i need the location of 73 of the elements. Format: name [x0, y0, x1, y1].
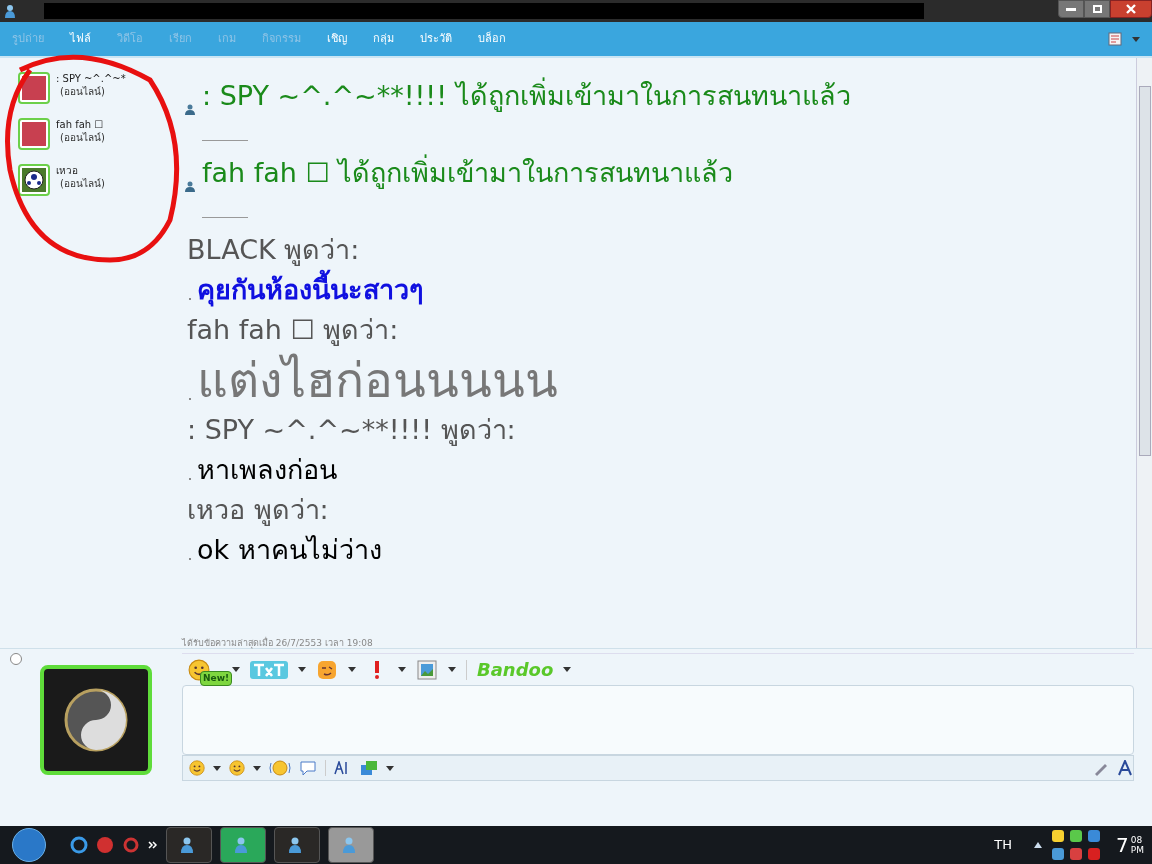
app-icon[interactable]: [96, 836, 114, 854]
start-button[interactable]: [12, 828, 46, 862]
tray-icon[interactable]: [1068, 828, 1085, 844]
message-text: ok หาคนไม่ว่าง: [197, 533, 382, 567]
layout-icon[interactable]: [1108, 31, 1124, 47]
speech-bubble-icon[interactable]: [299, 760, 317, 776]
menu-item[interactable]: เชิญ: [327, 30, 347, 48]
font-icon[interactable]: [1117, 760, 1133, 776]
bandoo-logo[interactable]: Bandoo: [477, 656, 554, 683]
caret-icon[interactable]: [386, 765, 394, 771]
caret-icon[interactable]: [253, 765, 261, 771]
tray-icon[interactable]: [1050, 828, 1067, 844]
menu-item[interactable]: ไฟล์: [70, 30, 91, 48]
menu-item[interactable]: กลุ่ม: [373, 30, 394, 48]
minimize-button[interactable]: [1058, 0, 1084, 18]
caret-icon[interactable]: [213, 765, 221, 771]
caret-icon[interactable]: [348, 667, 356, 672]
soccer-ball-icon: [22, 168, 46, 192]
scrollbar-thumb[interactable]: [1138, 86, 1151, 456]
caret-icon[interactable]: [448, 667, 456, 672]
tray-icon[interactable]: [1050, 846, 1067, 862]
caret-icon[interactable]: [1132, 36, 1140, 42]
photo-placeholder: [22, 122, 46, 146]
system-message: : SPY ~^.^~**!!!! ได้ถูกเพิ่มเข้ามาในการสนทนาแล้ว: [202, 76, 851, 116]
contact-name[interactable]: เหวอ: [56, 164, 105, 177]
collapse-button[interactable]: [10, 653, 22, 665]
message-input[interactable]: [182, 685, 1134, 755]
sender-line: เหวอ พูดว่า:: [187, 493, 330, 528]
sender-line: BLACK พูดว่า:: [187, 233, 361, 268]
caret-icon[interactable]: [298, 667, 306, 672]
message-text: แต่งไฮก่อนนนนน: [197, 351, 558, 410]
app-icon[interactable]: [122, 836, 140, 854]
display-picture[interactable]: [40, 665, 152, 775]
contact-status: (ออนไลน์): [59, 177, 105, 190]
scrollbar[interactable]: [1136, 58, 1152, 648]
caret-icon[interactable]: [398, 667, 406, 672]
caret-icon[interactable]: [232, 667, 240, 672]
caret-icon[interactable]: [563, 667, 572, 672]
message-text: หาเพลงก่อน: [197, 453, 337, 487]
tray-icon[interactable]: [1086, 828, 1103, 844]
chevrons-icon[interactable]: [148, 840, 158, 850]
photo-placeholder: [22, 76, 46, 100]
contact-avatar[interactable]: [18, 164, 50, 196]
show-hidden-icons-icon[interactable]: [1034, 842, 1043, 848]
close-icon: [1126, 4, 1136, 14]
person-icon: [184, 179, 196, 192]
contact-name[interactable]: fah fah ☐: [56, 118, 105, 131]
sender-line: : SPY ~^.^~**!!!! พูดว่า:: [187, 413, 517, 448]
message-text: คุยกันห้องนี้นะสาวๆ: [197, 270, 424, 310]
menu-item[interactable]: บล็อก: [478, 30, 506, 48]
contact-name[interactable]: : SPY ~^.^~*: [56, 72, 126, 85]
taskbar-button[interactable]: [328, 827, 374, 863]
background-icon[interactable]: [360, 760, 378, 776]
picture-icon[interactable]: [416, 658, 438, 681]
last-received-text: ได้รับข้อความล่าสุดเมื่อ 26/7/2553 เวลา 19:08: [182, 637, 374, 649]
browser-icon[interactable]: [70, 836, 88, 854]
smiley-icon[interactable]: [229, 760, 245, 776]
shaking-face-icon[interactable]: [269, 759, 291, 777]
language-indicator[interactable]: TH: [994, 835, 1013, 855]
contact-status: (ออนไลน์): [59, 85, 106, 98]
menu-item[interactable]: ประวัติ: [420, 30, 452, 48]
sender-line: fah fah ☐ พูดว่า:: [187, 313, 400, 348]
contact-status: (ออนไลน์): [59, 131, 105, 144]
taskbar-button[interactable]: [166, 827, 212, 863]
taskbar-button[interactable]: [220, 827, 266, 863]
close-button[interactable]: [1110, 0, 1152, 18]
system-message: fah fah ☐ ได้ถูกเพิ่มเข้ามาในการสนทนาแล้ว: [202, 153, 734, 193]
new-badge: New!: [200, 670, 233, 686]
smiley-icon[interactable]: [189, 760, 205, 776]
wink-icon[interactable]: [316, 658, 338, 681]
restore-button[interactable]: [1084, 0, 1110, 18]
taskbar-button[interactable]: [274, 827, 320, 863]
person-icon: [184, 102, 196, 115]
